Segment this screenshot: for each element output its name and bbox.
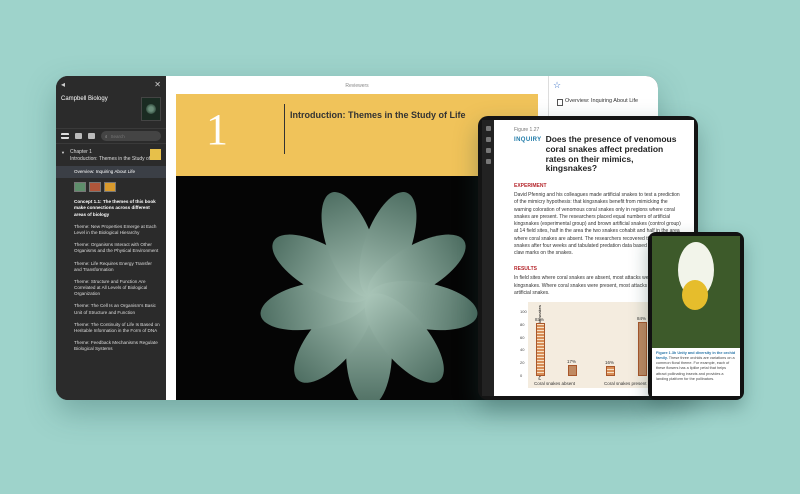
chart-bar: [568, 365, 577, 377]
toc-list-icon[interactable]: [61, 133, 69, 139]
caption-text: These three orchids are variations on a …: [656, 356, 735, 381]
data-label: 83%: [535, 316, 545, 322]
book-header: Campbell Biology: [56, 92, 166, 128]
sidebar-toolbar: ◂ ✕: [56, 76, 166, 92]
inquiry-question: Does the presence of venomous coral snak…: [545, 134, 677, 174]
x-tick-label: Coral snakes absent: [534, 381, 576, 387]
thumbnail-image[interactable]: [74, 182, 86, 193]
ipad-toolbar: [482, 120, 494, 396]
toc-item[interactable]: Overview: Inquiring About Life: [56, 166, 166, 179]
book-cover-thumbnail: [141, 97, 161, 121]
inquiry-label: INQUIRY: [514, 137, 542, 143]
search-input[interactable]: [110, 133, 141, 139]
figure-label: Figure 1.27: [514, 127, 540, 133]
overview-thumbnails: [56, 178, 166, 196]
chapter-number: 1: [206, 105, 228, 154]
y-tick-label: 60: [520, 334, 525, 340]
y-tick-label: 20: [520, 360, 525, 366]
panel-item[interactable]: Overview: Inquiring About Life: [557, 98, 655, 107]
chapter-thumbnail: [150, 149, 161, 160]
toc-item[interactable]: Theme: The Cell Is an Organism's Basic U…: [56, 300, 166, 318]
inquiry-header: INQUIRY Does the presence of venomous co…: [514, 134, 684, 174]
menu-icon[interactable]: [485, 126, 491, 131]
chapter-title: Introduction: Themes in the Study of Lif…: [70, 155, 160, 162]
notes-icon[interactable]: [485, 148, 491, 153]
notes-icon[interactable]: [88, 133, 95, 139]
expand-triangle-icon[interactable]: ▼: [61, 150, 65, 155]
text-size-icon[interactable]: [485, 159, 491, 164]
chart-bar: [536, 322, 545, 377]
data-label: 17%: [567, 359, 577, 365]
sidebar-tools: ⌕: [56, 128, 166, 144]
thumbnail-image[interactable]: [89, 182, 101, 193]
chart-bar: [606, 365, 615, 377]
toc-item[interactable]: Theme: Feedback Mechanisms Regulate Biol…: [56, 337, 166, 355]
chapter-entry[interactable]: ▼ Chapter 1 Introduction: Themes in the …: [56, 144, 166, 166]
orchid-photo: [652, 236, 740, 348]
chapter-heading: Introduction: Themes in the Study of Lif…: [290, 110, 466, 120]
reader-top-label: Reviewers: [345, 83, 369, 89]
y-tick-label: 80: [520, 321, 525, 327]
toc-item[interactable]: Theme: The Continuity of Life Is Based o…: [56, 319, 166, 337]
toc-item[interactable]: Theme: Structure and Function Are Correl…: [56, 276, 166, 301]
caption-label: Figure 1.3h: [656, 351, 677, 355]
data-label: 84%: [637, 316, 647, 322]
y-tick-label: 100: [520, 309, 527, 315]
toc-sidebar: ◂ ✕ Campbell Biology ⌕ ▼ Chapter 1 Intro…: [56, 76, 166, 400]
toc-item[interactable]: Theme: Life Requires Energy Transfer and…: [56, 258, 166, 276]
star-icon[interactable]: ☆: [553, 80, 561, 91]
bookmarks-icon[interactable]: [75, 133, 82, 139]
search-field[interactable]: ⌕: [101, 131, 161, 141]
close-icon[interactable]: ✕: [154, 80, 161, 89]
toc-item[interactable]: Theme: New Properties Emerge at Each Lev…: [56, 221, 166, 239]
phone-screen: Figure 1.3h Unity and diversity in the o…: [652, 236, 740, 396]
toc-item[interactable]: Theme: Organisms Interact with Other Org…: [56, 239, 166, 257]
results-bar-chart: Percent of total attacks on artificial s…: [520, 302, 668, 389]
data-label: 16%: [605, 359, 615, 365]
search-icon[interactable]: [485, 137, 491, 142]
x-tick-label: Coral snakes present: [604, 381, 647, 387]
y-tick-label: 0: [520, 373, 523, 379]
y-tick-label: 40: [520, 347, 525, 353]
figure-caption: Figure 1.3h Unity and diversity in the o…: [652, 348, 740, 385]
back-icon[interactable]: ◂: [61, 80, 65, 89]
search-icon: ⌕: [105, 133, 108, 139]
chart-bar: [638, 322, 647, 377]
thumbnail-image[interactable]: [104, 182, 116, 193]
phone-device: Figure 1.3h Unity and diversity in the o…: [648, 232, 744, 400]
divider: [284, 104, 285, 154]
experiment-heading: EXPERIMENT: [514, 183, 547, 190]
toc-item[interactable]: Concept 1.1: The themes of this book mak…: [56, 196, 166, 221]
